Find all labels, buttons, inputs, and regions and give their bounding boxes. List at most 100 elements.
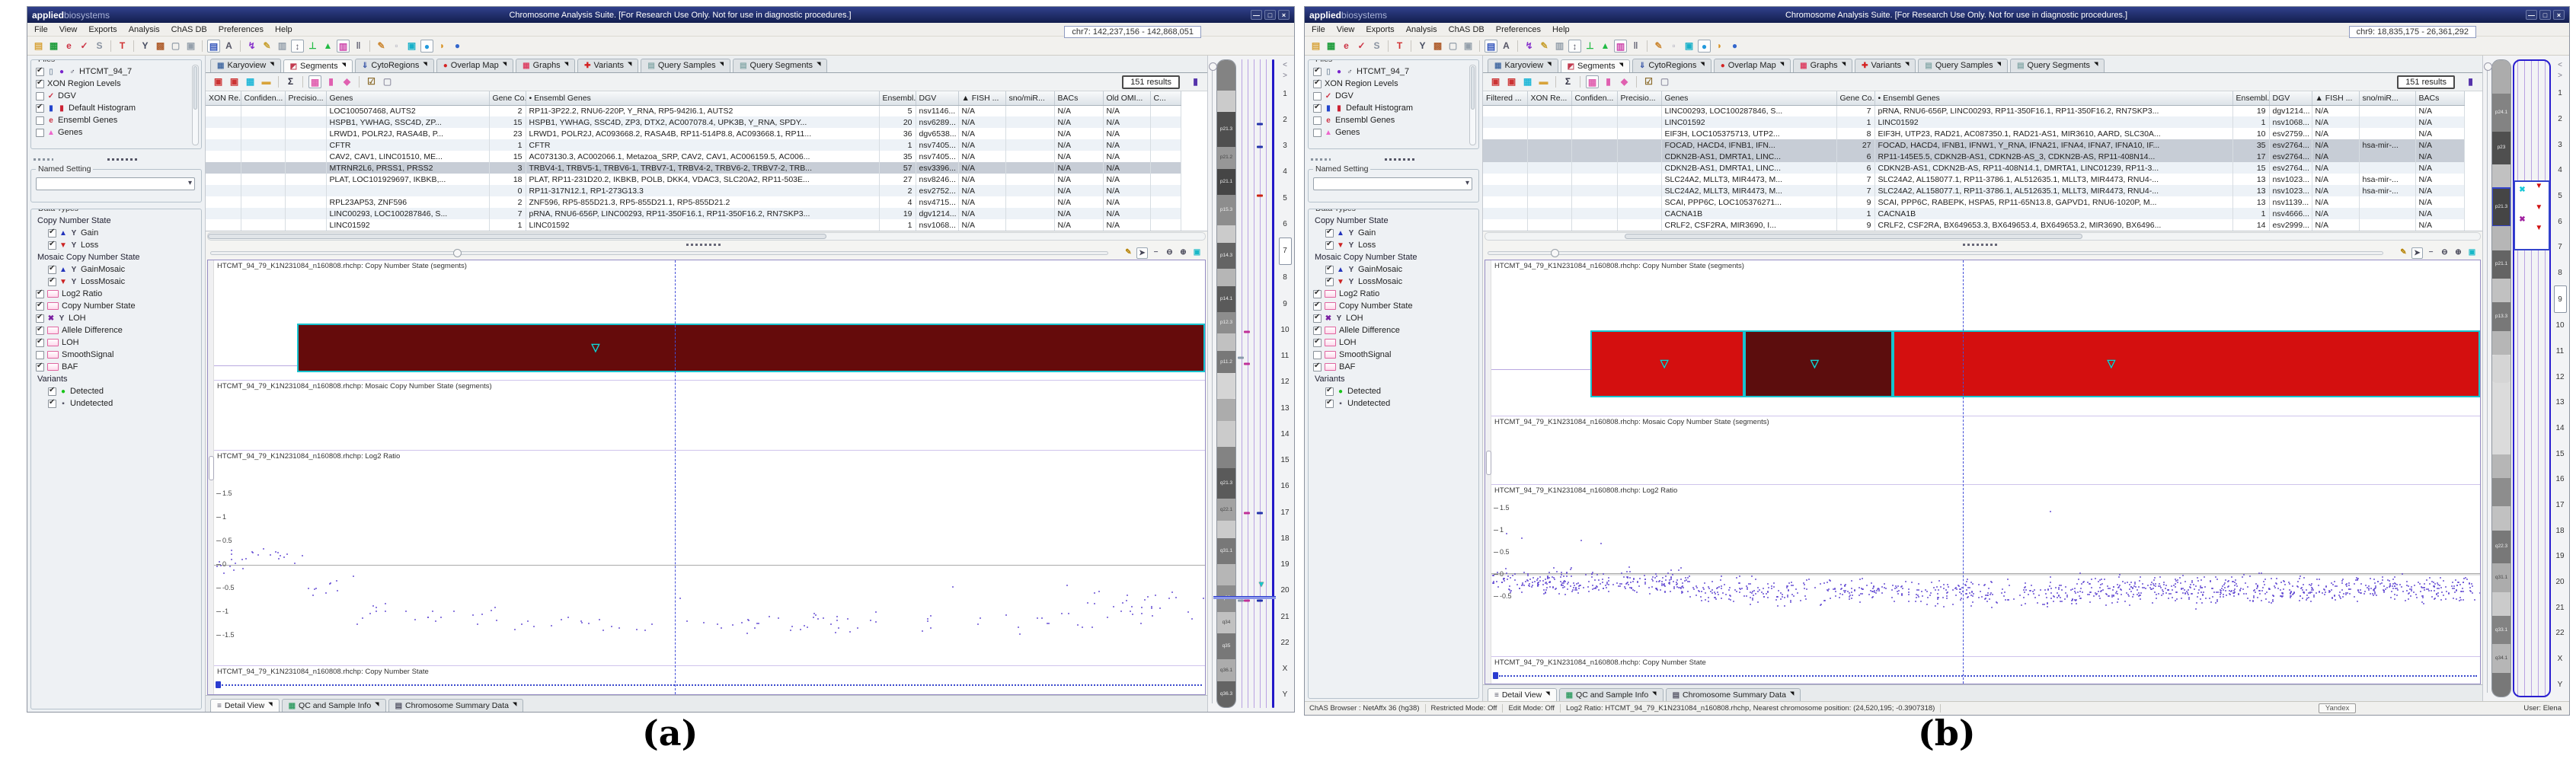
ideogram-band-q34-1[interactable]: q34.1 — [2492, 644, 2510, 672]
data-type-loh[interactable]: ✖YLOH — [1313, 312, 1475, 324]
zoom-out-icon[interactable]: ⊖ — [1164, 247, 1175, 259]
data-type-gainmosaic[interactable]: ▲YGainMosaic — [36, 263, 198, 276]
save-as-icon[interactable]: ▣ — [1505, 75, 1518, 88]
data-type-log2-ratio[interactable]: Log2 Ratio — [1313, 288, 1475, 300]
column-filter-icon[interactable]: ▮ — [1602, 75, 1615, 88]
ideogram-band-q34[interactable]: q34 — [1217, 612, 1235, 634]
tab-overlap-map[interactable]: ●Overlap Map◥ — [436, 59, 513, 72]
chromosome-item-10[interactable]: 10 — [1279, 317, 1292, 343]
checkbox[interactable] — [48, 266, 56, 274]
log2-track[interactable]: HTCMT_94_79_K1N231084_n160808.rhchp: Log… — [214, 451, 1205, 666]
ideogram-band-p13-3[interactable]: p13.3 — [2492, 302, 2510, 330]
data-type-gainmosaic[interactable]: ▲YGainMosaic — [1313, 263, 1475, 276]
chromosome-item-7[interactable]: 7 — [1279, 238, 1292, 265]
chromosome-item-x[interactable]: X — [2554, 646, 2567, 672]
checkbox[interactable] — [48, 229, 56, 238]
files-scrollbar[interactable] — [192, 65, 199, 145]
checkbox[interactable] — [1313, 339, 1322, 347]
chromosome-item-5[interactable]: 5 — [2554, 183, 2567, 209]
checkbox[interactable] — [36, 339, 44, 347]
column-header-c[interactable]: C... — [1150, 91, 1181, 105]
ideogram-band-p14-3[interactable]: p14.3 — [1217, 243, 1235, 269]
file-item-xon-region-levels[interactable]: XON Region Levels — [36, 78, 198, 90]
named-setting-select[interactable] — [1313, 177, 1472, 190]
table-row[interactable]: CAV2, CAV1, LINC01510, ME...15AC073130.3… — [206, 151, 1181, 162]
chromosome-item-6[interactable]: 6 — [2554, 209, 2567, 234]
checkbox[interactable] — [1325, 400, 1334, 408]
tab-menu-arrow-icon[interactable]: ◥ — [564, 61, 568, 67]
mosaic-track[interactable]: HTCMT_94_79_K1N231084_n160808.rhchp: Mos… — [214, 381, 1205, 451]
ideogram-band-q22-1[interactable]: q22.1 — [1217, 499, 1235, 521]
checkbox[interactable] — [36, 302, 44, 311]
ideogram-band[interactable] — [2492, 226, 2510, 250]
checkbox[interactable] — [48, 400, 56, 408]
karyotype-icon[interactable]: ▦ — [1325, 40, 1338, 53]
column-header-gene-co[interactable]: Gene Co... — [489, 91, 526, 105]
chromosome-item-22[interactable]: 22 — [2554, 620, 2567, 646]
tab-menu-arrow-icon[interactable]: ◥ — [628, 61, 631, 67]
zoom-reset-icon[interactable]: ▣ — [2466, 247, 2478, 259]
checkbox[interactable] — [1313, 290, 1322, 298]
column-header-fish[interactable]: ▲ FISH ... — [958, 91, 1005, 105]
cn-segment[interactable] — [297, 324, 1205, 372]
zoom-in-icon[interactable]: ⊕ — [2453, 247, 2464, 259]
checkbox[interactable] — [1313, 104, 1322, 113]
report-icon[interactable]: ▢ — [1446, 40, 1459, 53]
chromosome-item-17[interactable]: 17 — [2554, 493, 2567, 518]
chromosome-item-18[interactable]: 18 — [1279, 525, 1292, 551]
histogram-filter-icon[interactable]: ▦ — [1586, 75, 1599, 88]
find-icon[interactable]: A — [1500, 40, 1513, 53]
curve-icon[interactable]: ◗ — [436, 40, 449, 53]
tab-menu-arrow-icon[interactable]: ◥ — [2094, 61, 2098, 67]
tab-menu-arrow-icon[interactable]: ◥ — [1905, 61, 1909, 67]
tab-query-samples[interactable]: ▤Query Samples◥ — [1918, 59, 2008, 72]
cn-state-track[interactable]: HTCMT_94_79_K1N231084_n160808.rhchp: Cop… — [1491, 657, 2480, 684]
maximize-button[interactable]: □ — [2539, 10, 2551, 20]
column-header-ensembl[interactable]: Ensembl... — [2232, 91, 2269, 105]
chart-vscrollbar[interactable] — [1485, 260, 1491, 684]
ideogram-zoom-slider[interactable] — [1209, 58, 1216, 709]
column-header-genes[interactable]: Genes — [326, 91, 489, 105]
ideogram-band[interactable] — [2492, 506, 2510, 530]
sidebar-splitter[interactable] — [30, 155, 202, 163]
chromosome-item-3[interactable]: 3 — [2554, 132, 2567, 158]
minus-icon[interactable]: − — [2425, 247, 2437, 259]
chromosome-item-19[interactable]: 19 — [2554, 544, 2567, 569]
open-file-icon[interactable]: ▤ — [1309, 40, 1322, 53]
gain-marker-icon[interactable]: ⊥ — [1584, 40, 1596, 53]
draw-icon[interactable]: ✎ — [1652, 40, 1665, 53]
cube-icon[interactable]: ▣ — [405, 40, 418, 53]
karyotype-icon[interactable]: ▦ — [47, 40, 60, 53]
ideogram-band-p21-3[interactable]: p21.3 — [2492, 188, 2510, 226]
ideogram-band[interactable] — [1217, 421, 1235, 447]
chromosome-item-4[interactable]: 4 — [2554, 158, 2567, 183]
ideogram-tracks[interactable]: ▼ — [1238, 59, 1276, 708]
column-header-confiden[interactable]: Confiden... — [241, 91, 285, 105]
chromosome-item-10[interactable]: 10 — [2554, 313, 2567, 339]
chromosome-item-2[interactable]: 2 — [2554, 107, 2567, 132]
zoom-slider-handle[interactable] — [453, 249, 462, 257]
checkbox[interactable] — [36, 351, 44, 359]
tab-menu-arrow-icon[interactable]: ◥ — [1545, 690, 1549, 697]
marker-filter-icon[interactable]: ◆ — [1618, 75, 1631, 88]
wand-icon[interactable]: ↯ — [245, 40, 258, 53]
chromosome-item-1[interactable]: 1 — [1279, 81, 1292, 107]
chromosome-item-14[interactable]: 14 — [2554, 416, 2567, 442]
checkbox[interactable] — [1313, 80, 1322, 88]
chromosome-item-13[interactable]: 13 — [2554, 390, 2567, 416]
checkbox[interactable] — [1313, 327, 1322, 335]
bottom-tab-qc-and-sample-info[interactable]: ▦QC and Sample Info◥ — [282, 699, 386, 712]
data-type-baf[interactable]: BAF — [1313, 361, 1475, 373]
ideogram-band[interactable] — [1217, 564, 1235, 586]
table-row[interactable]: PLAT, LOC101929697, IKBKB,...18PLAT, RP1… — [206, 174, 1181, 185]
checkbox[interactable] — [1325, 387, 1334, 396]
selection-box[interactable]: ✖✖▼▼▼ — [2514, 180, 2550, 250]
chromosome-nav-arrow[interactable]: > — [2554, 70, 2567, 81]
ideogram-band-q22-3[interactable]: q22.3 — [2492, 531, 2510, 564]
columns-icon[interactable]: ▥ — [1553, 40, 1566, 53]
zoom-reset-icon[interactable]: ▣ — [1191, 247, 1203, 259]
tab-segments[interactable]: ◩Segments◥ — [1561, 59, 1630, 73]
chromosome-item-13[interactable]: 13 — [1279, 395, 1292, 421]
ideogram-tracks[interactable]: ✖✖▼▼▼ — [2513, 59, 2551, 697]
chromosome-item-12[interactable]: 12 — [1279, 369, 1292, 395]
